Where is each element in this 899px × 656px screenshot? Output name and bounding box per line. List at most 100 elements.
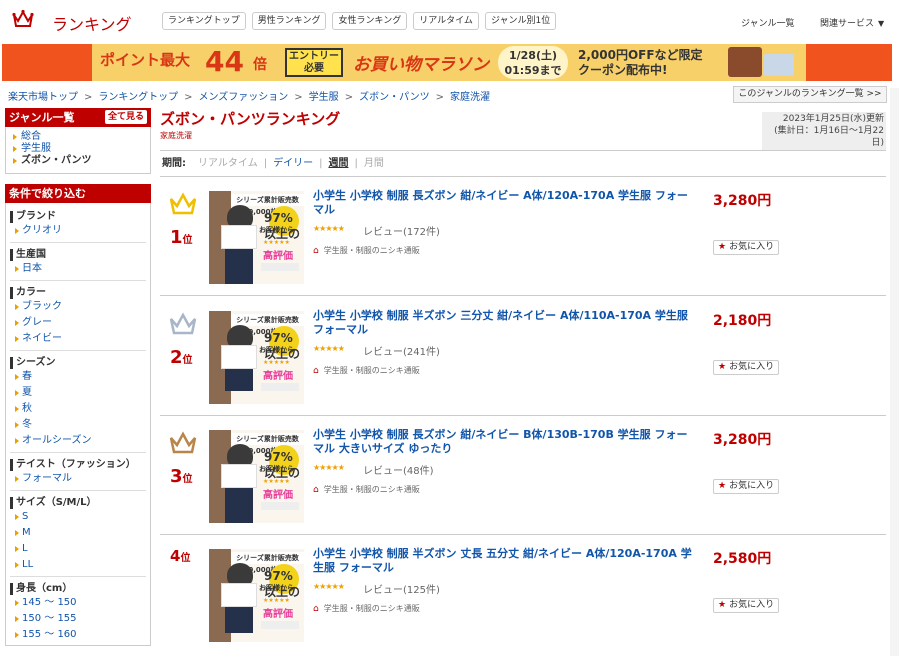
nav-male-ranking[interactable]: 男性ランキング <box>251 12 327 30</box>
favorite-label: お気に入り <box>729 600 775 610</box>
product-title[interactable]: 小学生 小学校 制服 半ズボン 丈長 五分丈 紺/ネイビー A体/120A-17… <box>313 547 693 575</box>
shop-link[interactable]: ⌂ 学生服・制服のニシキ通販 <box>313 603 420 614</box>
product-image[interactable]: シリーズ累計販売数 60,000枚突破 97%以上の お客様から ★★★★★ 高評価 <box>209 311 304 404</box>
filter-item[interactable]: 冬 <box>10 417 146 433</box>
shop-link[interactable]: ⌂ 学生服・制服のニシキ通販 <box>313 365 420 376</box>
image-part <box>261 502 299 510</box>
product-title[interactable]: 小学生 小学校 制服 長ズボン 紺/ネイビー A体/120A-170A 学生服 … <box>313 189 693 217</box>
filter-item[interactable]: 秋 <box>10 401 146 417</box>
filter-item[interactable]: L <box>10 541 146 557</box>
banner-coupon-l1: 2,000円OFFなど限定 <box>578 48 703 62</box>
image-text: 高評価 <box>263 490 293 501</box>
filter-item[interactable]: 夏 <box>10 385 146 401</box>
period-monthly: 月間 <box>363 158 384 169</box>
favorite-label: お気に入り <box>729 362 775 372</box>
filter-category-size: サイズ（S/M/L） <box>10 497 146 509</box>
promo-banner[interactable]: ポイント最大 44 倍 エントリー 必要 お買い物マラソン 1/28(土) 01:5… <box>2 44 892 81</box>
banner-inner: ポイント最大 44 倍 エントリー 必要 お買い物マラソン 1/28(土) 01:5… <box>92 44 806 81</box>
filter-item[interactable]: オールシーズン <box>10 433 146 449</box>
filter-item[interactable]: LL <box>10 557 146 573</box>
filter-item[interactable]: M <box>10 525 146 541</box>
image-part <box>221 464 257 488</box>
scrollbar[interactable] <box>890 88 899 656</box>
image-part <box>225 607 253 633</box>
filter-item[interactable]: ネイビー <box>10 331 146 347</box>
home-icon: ⌂ <box>313 485 319 495</box>
breadcrumb-pants[interactable]: ズボン・パンツ <box>359 92 430 103</box>
related-services-link[interactable]: 関連サービス ▼ <box>820 16 884 29</box>
filter-item[interactable]: 春 <box>10 369 146 385</box>
nav-genre-first[interactable]: ジャンル別1位 <box>484 12 557 30</box>
nav-female-ranking[interactable]: 女性ランキング <box>332 12 408 30</box>
filter-category-season: シーズン <box>10 357 146 369</box>
period-weekly: 週間 <box>328 158 349 169</box>
crown-logo-icon[interactable] <box>12 9 34 29</box>
breadcrumb-rakuten-top[interactable]: 楽天市場トップ <box>8 92 78 103</box>
filter-item[interactable]: グレー <box>10 315 146 331</box>
review-count[interactable]: レビュー(125件) <box>363 581 440 596</box>
review-count[interactable]: レビュー(241件) <box>363 343 440 358</box>
review-count[interactable]: レビュー(172件) <box>363 223 440 238</box>
breadcrumb-sep: > <box>435 92 444 103</box>
genre-item-all[interactable]: 総合 <box>12 131 144 143</box>
product-image[interactable]: シリーズ累計販売数 60,000枚突破 97%以上の お客様から ★★★★★ 高評価 <box>209 549 304 642</box>
breadcrumb-school-uniform[interactable]: 学生服 <box>309 92 339 103</box>
filter-item[interactable]: S <box>10 509 146 525</box>
product-image[interactable]: シリーズ累計販売数 60,000枚突破 97%以上の お客様から ★★★★★ 高評価 <box>209 430 304 523</box>
image-text: お客様から <box>259 465 294 473</box>
image-part <box>225 369 253 391</box>
product-title[interactable]: 小学生 小学校 制服 長ズボン 紺/ネイビー B体/130B-170B 学生服 … <box>313 428 693 456</box>
genre-item-school-uniform[interactable]: 学生服 <box>12 143 144 155</box>
product-title[interactable]: 小学生 小学校 制服 半ズボン 三分丈 紺/ネイビー A体/110A-170A … <box>313 309 693 337</box>
filter-item[interactable]: 145 ～ 150 <box>10 595 146 611</box>
banner-entry-badge: エントリー 必要 <box>285 48 343 77</box>
breadcrumb-ranking-top[interactable]: ランキングトップ <box>98 92 178 103</box>
favorite-button[interactable]: ★ お気に入り <box>713 479 779 494</box>
rank-number: 3位 <box>170 466 193 487</box>
filter-item[interactable]: 155 ～ 160 <box>10 627 146 643</box>
rank-unit: 位 <box>182 474 193 485</box>
ranking-row: 3位 シリーズ累計販売数 60,000枚突破 97%以上の お客様から ★★★★★… <box>160 416 886 535</box>
review-count[interactable]: レビュー(48件) <box>363 462 434 477</box>
filter-item[interactable]: ブラック <box>10 299 146 315</box>
rating-stars-icon: ★★★★★ <box>313 344 345 353</box>
nav-ranking-top[interactable]: ランキングトップ <box>162 12 246 30</box>
favorite-button[interactable]: ★ お気に入り <box>713 360 779 375</box>
filter-item[interactable]: フォーマル <box>10 471 146 487</box>
breadcrumb-home-wash[interactable]: 家庭洗濯 <box>450 92 490 103</box>
image-part <box>225 488 253 523</box>
filter-item[interactable]: クリオリ <box>10 223 146 239</box>
image-part <box>261 263 299 271</box>
product-image[interactable]: シリーズ累計販売数 60,000枚突破 97%以上の お客様から ★★★★★ 高評価 <box>209 191 304 284</box>
genre-list-link[interactable]: ジャンル一覧 <box>741 16 795 29</box>
favorite-button[interactable]: ★ お気に入り <box>713 240 779 255</box>
favorite-label: お気に入り <box>729 242 775 252</box>
logo-text[interactable]: ランキング <box>52 11 132 35</box>
page-title: ズボン・パンツランキング <box>160 110 341 128</box>
divider <box>10 242 146 243</box>
period-daily[interactable]: デイリー <box>273 158 313 169</box>
divider <box>10 576 146 577</box>
image-text: お客様から <box>259 226 294 234</box>
nav-realtime[interactable]: リアルタイム <box>413 12 479 30</box>
favorite-button[interactable]: ★ お気に入り <box>713 598 779 613</box>
breadcrumb-mens-fashion[interactable]: メンズファッション <box>198 92 288 103</box>
banner-entry-l2: 必要 <box>304 63 324 74</box>
ranking-row: 2位 シリーズ累計販売数 60,000枚突破 97%以上の お客様から ★★★★★… <box>160 297 886 416</box>
filter-item[interactable]: 150 ～ 155 <box>10 611 146 627</box>
genre-ranking-list-link[interactable]: このジャンルのランキング一覧 >> <box>733 86 887 103</box>
shop-link[interactable]: ⌂ 学生服・制服のニシキ通販 <box>313 484 420 495</box>
see-all-button[interactable]: 全て見る <box>104 110 147 124</box>
filter-item[interactable]: 日本 <box>10 261 146 277</box>
divider <box>10 280 146 281</box>
breadcrumb-sep: > <box>184 92 193 103</box>
rank-value: 1 <box>170 227 183 248</box>
banner-date: 1/28(土) 01:59まで <box>498 46 568 79</box>
image-stars: ★★★★★ <box>263 359 290 366</box>
filter-category-country: 生産国 <box>10 249 146 261</box>
rank-unit: 位 <box>180 553 191 564</box>
shop-name: 学生服・制服のニシキ通販 <box>323 246 420 255</box>
rank-unit: 位 <box>182 355 193 366</box>
filter-category-taste: テイスト（ファッション） <box>10 459 146 471</box>
shop-link[interactable]: ⌂ 学生服・制服のニシキ通販 <box>313 245 420 256</box>
